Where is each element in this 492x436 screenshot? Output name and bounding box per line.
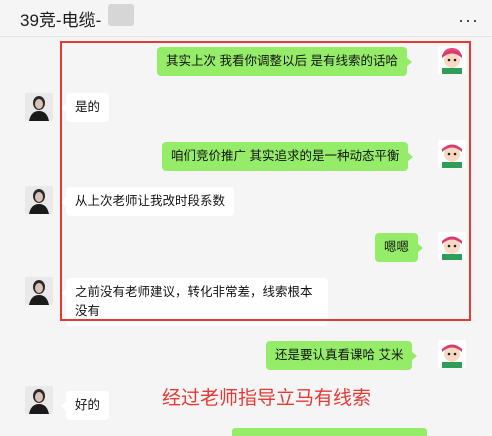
message-bubble-received[interactable]: 是的 xyxy=(60,93,110,122)
chat-header: 39竞-电缆- ··· xyxy=(0,0,492,37)
sender-avatar-icon[interactable] xyxy=(438,232,466,260)
redacted-name xyxy=(108,4,134,26)
message-bubble-sent-partial xyxy=(232,428,427,436)
message-bubble-received[interactable]: 好的 xyxy=(60,391,110,420)
contact-avatar-icon[interactable] xyxy=(25,186,53,214)
message-bubble-received[interactable]: 之前没有老师建议，转化非常差，线索根本没有 xyxy=(61,278,328,326)
contact-avatar-icon[interactable] xyxy=(25,93,53,121)
contact-avatar-icon[interactable] xyxy=(25,386,53,414)
message-bubble-sent[interactable]: 其实上次 我看你调整以后 是有线索的话哈 xyxy=(157,47,412,76)
chat-title: 39竞-电缆- xyxy=(20,11,102,30)
message-bubble-sent[interactable]: 还是要认真看课哈 艾米 xyxy=(266,341,418,370)
message-bubble-received[interactable]: 从上次老师让我改时段系数 xyxy=(60,187,235,216)
annotation-text: 经过老师指导立马有线索 xyxy=(162,388,372,409)
sender-avatar-icon[interactable] xyxy=(438,140,466,168)
sender-avatar-icon[interactable] xyxy=(438,46,466,74)
more-dots-icon[interactable]: ··· xyxy=(458,10,479,31)
sender-avatar-icon[interactable] xyxy=(438,340,466,368)
contact-avatar-icon[interactable] xyxy=(25,277,53,305)
message-bubble-sent[interactable]: 咱们竞价推广 其实追求的是一种动态平衡 xyxy=(162,142,414,171)
message-bubble-sent[interactable]: 嗯嗯 xyxy=(375,233,424,262)
